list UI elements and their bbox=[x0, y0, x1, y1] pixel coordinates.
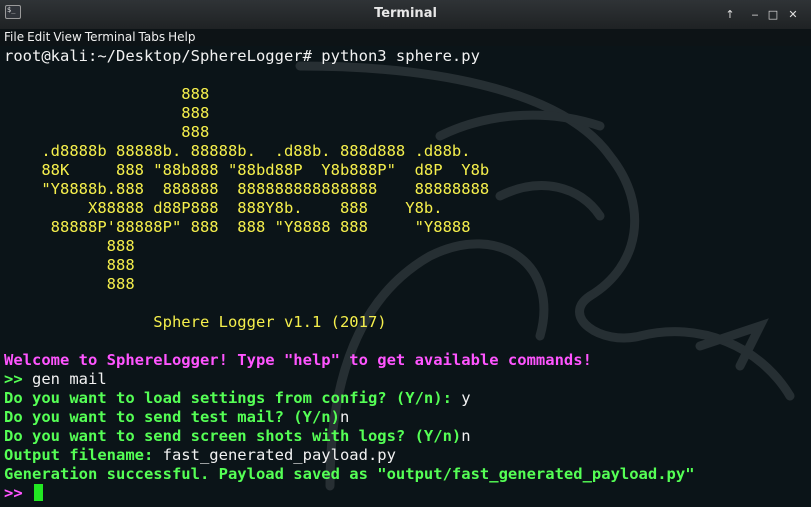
banner-line: 888 bbox=[4, 237, 135, 255]
maximize-button[interactable]: □ bbox=[765, 7, 781, 23]
session-line: Do you want to send test mail? (Y/n)n bbox=[4, 408, 695, 427]
menu-file[interactable]: File bbox=[0, 29, 24, 46]
banner-line: 888 bbox=[4, 104, 210, 122]
session-prompt: Do you want to send screen shots with lo… bbox=[4, 427, 462, 445]
welcome-message: Welcome to SphereLogger! Type "help" to … bbox=[4, 351, 592, 369]
menu-edit[interactable]: Edit bbox=[24, 29, 50, 46]
banner-line: 88K 888 "88b888 "88bd88P Y8b888P" d8P Y8… bbox=[4, 161, 490, 179]
banner-line: 888 bbox=[4, 123, 210, 141]
banner-line: 888 bbox=[4, 275, 135, 293]
session-line: >> gen mail bbox=[4, 370, 695, 389]
title-bar[interactable]: $_ Terminal ↑ ‒ □ ✕ bbox=[0, 0, 811, 30]
menu-bar: File Edit View Terminal Tabs Help bbox=[0, 29, 811, 46]
up-arrow-button[interactable]: ↑ bbox=[722, 7, 738, 23]
close-button[interactable]: ✕ bbox=[785, 7, 801, 23]
terminal-area[interactable]: root@kali:~/Desktop/SphereLogger# python… bbox=[0, 46, 811, 507]
banner-line: .d8888b 88888b. 88888b. .d88b. 888d888 .… bbox=[4, 142, 471, 160]
banner-line bbox=[4, 294, 695, 313]
session-line: Do you want to load settings from config… bbox=[4, 389, 695, 408]
active-prompt-line[interactable]: >> bbox=[4, 484, 695, 503]
version-line: Sphere Logger v1.1 (2017) bbox=[4, 313, 387, 331]
terminal-output: root@kali:~/Desktop/SphereLogger# python… bbox=[4, 47, 695, 503]
session-input: fast_generated_payload.py bbox=[162, 446, 396, 464]
session-line: Do you want to send screen shots with lo… bbox=[4, 427, 695, 446]
session-prompt: Do you want to send test mail? (Y/n) bbox=[4, 408, 340, 426]
minimize-button[interactable]: ‒ bbox=[747, 7, 763, 23]
banner-line bbox=[4, 66, 695, 85]
session-input: n bbox=[461, 427, 471, 445]
menu-help[interactable]: Help bbox=[165, 29, 195, 46]
session-line: Generation successful. Payload saved as … bbox=[4, 465, 695, 484]
session-prompt: Generation successful. Payload saved as … bbox=[4, 465, 695, 483]
terminal-window: $_ Terminal ↑ ‒ □ ✕ File Edit View Termi… bbox=[0, 0, 811, 507]
session-prompt: >> bbox=[4, 370, 32, 388]
banner-line: "Y8888b.888 888888 888888888888888 88888… bbox=[4, 180, 490, 198]
command-line: root@kali:~/Desktop/SphereLogger# python… bbox=[4, 47, 480, 65]
banner-line bbox=[4, 332, 695, 351]
menu-tabs[interactable]: Tabs bbox=[136, 29, 166, 46]
window-title: Terminal bbox=[374, 6, 437, 21]
active-prompt: >> bbox=[4, 484, 32, 502]
banner-line: 888 bbox=[4, 256, 135, 274]
banner-line: 888 bbox=[4, 85, 210, 103]
session-prompt: Do you want to load settings from config… bbox=[4, 389, 462, 407]
terminal-cursor bbox=[34, 484, 43, 501]
menu-view[interactable]: View bbox=[50, 29, 81, 46]
session-prompt: Output filename: bbox=[4, 446, 163, 464]
session-input: n bbox=[339, 408, 350, 426]
menu-terminal[interactable]: Terminal bbox=[82, 29, 136, 46]
banner-line: 88888P'88888P" 888 888 "Y8888 888 "Y8888 bbox=[4, 218, 471, 236]
session-input: y bbox=[461, 389, 471, 407]
session-input: gen mail bbox=[32, 370, 107, 388]
session-line: Output filename: fast_generated_payload.… bbox=[4, 446, 695, 465]
banner-line: X88888 d88P888 888Y8b. 888 Y8b. bbox=[4, 199, 443, 217]
